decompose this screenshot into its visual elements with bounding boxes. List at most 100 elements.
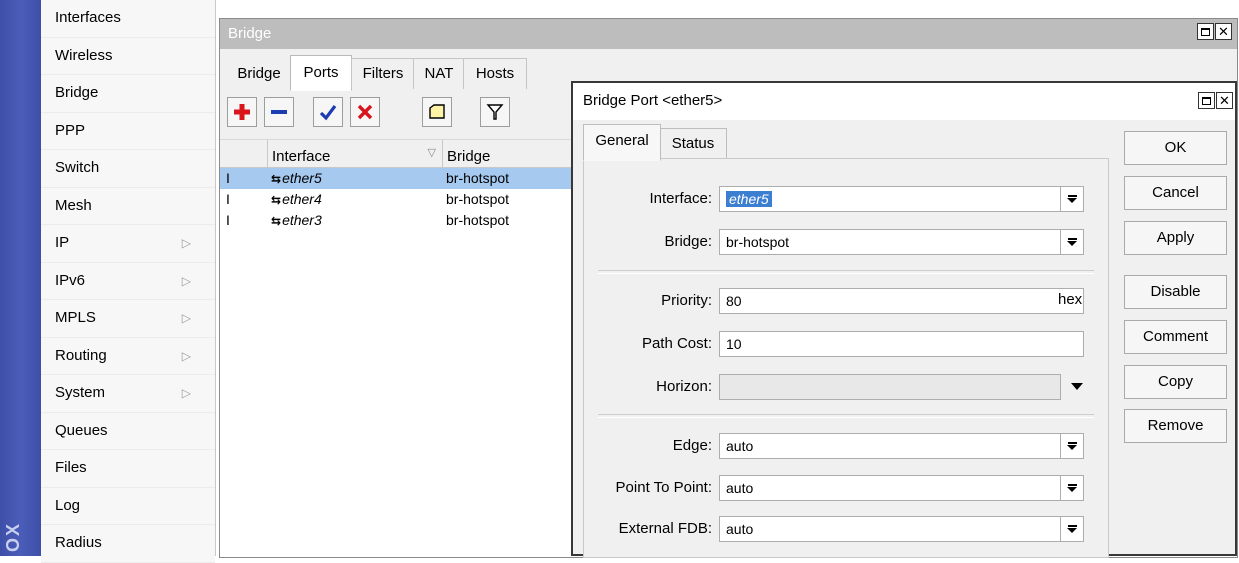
maximize-icon[interactable]: [1198, 92, 1215, 109]
menu-item-label: Bridge: [55, 84, 99, 101]
interface-name: ether4: [282, 191, 322, 207]
sort-icon: ▽: [427, 147, 436, 159]
row-flag: I: [226, 191, 230, 207]
priority-hex-suffix: hex: [1058, 291, 1083, 308]
chevron-down-icon: [1067, 484, 1077, 492]
comment-button[interactable]: [422, 97, 452, 127]
menu-item-label: IP: [55, 234, 70, 251]
winbox-strip-text: OX: [3, 521, 23, 552]
menu-item-switch[interactable]: Switch: [41, 150, 215, 188]
point-to-point-field[interactable]: auto: [719, 475, 1061, 501]
external-fdb-field[interactable]: auto: [719, 516, 1061, 542]
enable-button[interactable]: [313, 97, 343, 127]
submenu-arrow-icon: ▷: [181, 273, 191, 288]
bridge-port-title: Bridge Port <ether5>: [583, 92, 723, 109]
path-cost-field[interactable]: 10: [719, 331, 1084, 357]
add-button[interactable]: [227, 97, 257, 127]
menu-item-ppp[interactable]: PPP: [41, 112, 215, 150]
bridge-column-label: Bridge: [447, 148, 491, 165]
tab-filters[interactable]: Filters: [351, 58, 415, 89]
menu-item-queues[interactable]: Queues: [41, 412, 215, 450]
remove-icon: [271, 110, 287, 114]
main-menu: Interfaces Wireless Bridge PPP Switch Mesh IP ▷…: [41, 0, 216, 563]
interface-value: ether5: [726, 191, 772, 207]
close-icon[interactable]: ✕: [1216, 92, 1233, 109]
ports-table: Interface ▽ Bridge I ⇆ ether5 br-hotspot I ⇆ e…: [220, 139, 576, 557]
tab-hosts[interactable]: Hosts: [463, 58, 527, 89]
menu-item-ipv6[interactable]: IPv6 ▷: [41, 262, 215, 300]
interface-column-header[interactable]: Interface ▽: [268, 140, 443, 167]
row-interface-cell: ⇆ ether5: [268, 168, 322, 189]
bridge-field[interactable]: br-hotspot: [719, 229, 1061, 255]
row-interface-cell: ⇆ ether4: [268, 189, 322, 210]
menu-item-label: Log: [55, 496, 81, 514]
menu-item-label: Wireless: [55, 46, 113, 64]
menu-item-mesh[interactable]: Mesh: [41, 187, 215, 225]
form-divider: [598, 270, 1094, 274]
comment-button[interactable]: Comment: [1124, 320, 1227, 354]
menu-item-label: Switch: [55, 159, 100, 176]
bridge-window-title-bar[interactable]: Bridge ✕: [220, 19, 1237, 49]
tab-general[interactable]: General: [583, 124, 661, 161]
menu-item-interfaces[interactable]: Interfaces: [41, 0, 215, 38]
ok-button[interactable]: OK: [1124, 131, 1227, 165]
disable-button[interactable]: Disable: [1124, 275, 1227, 309]
chevron-down-icon: [1067, 195, 1077, 203]
menu-item-ip[interactable]: IP ▷: [41, 225, 215, 263]
priority-label: Priority:: [661, 292, 712, 309]
edge-dropdown[interactable]: [1060, 433, 1084, 459]
cancel-button[interactable]: Cancel: [1124, 176, 1227, 210]
interface-field[interactable]: ether5: [719, 186, 1061, 212]
priority-field[interactable]: 80: [719, 288, 1084, 314]
menu-item-system[interactable]: System ▷: [41, 375, 215, 413]
table-row[interactable]: I ⇆ ether5 br-hotspot: [220, 168, 576, 189]
tab-nat[interactable]: NAT: [413, 58, 465, 89]
table-row[interactable]: I ⇆ ether4 br-hotspot: [220, 189, 576, 210]
point-to-point-dropdown[interactable]: [1060, 475, 1084, 501]
interface-column-label: Interface: [272, 148, 331, 165]
horizon-expand-icon[interactable]: [1071, 383, 1083, 390]
chevron-down-icon: [1067, 442, 1077, 450]
flag-column-header[interactable]: [220, 140, 268, 167]
remove-button[interactable]: Remove: [1124, 409, 1227, 443]
apply-button[interactable]: Apply: [1124, 221, 1227, 255]
menu-item-radius[interactable]: Radius: [41, 525, 215, 563]
submenu-arrow-icon: ▷: [181, 348, 191, 363]
disable-button[interactable]: [350, 97, 380, 127]
external-fdb-dropdown[interactable]: [1060, 516, 1084, 542]
menu-item-routing[interactable]: Routing ▷: [41, 337, 215, 375]
submenu-arrow-icon: ▷: [181, 236, 191, 250]
tab-ports[interactable]: Ports: [290, 55, 352, 91]
maximize-icon[interactable]: [1197, 23, 1214, 40]
interface-label: Interface:: [649, 190, 712, 207]
menu-item-label: Interfaces: [55, 9, 121, 26]
interface-icon: ⇆: [271, 214, 281, 228]
filter-button[interactable]: [480, 97, 510, 127]
close-icon[interactable]: ✕: [1215, 23, 1232, 40]
tab-bridge[interactable]: Bridge: [230, 59, 288, 89]
menu-item-label: PPP: [55, 121, 86, 139]
menu-item-label: MPLS: [55, 309, 96, 326]
edge-field[interactable]: auto: [719, 433, 1061, 459]
disable-icon: [357, 104, 373, 120]
edge-label: Edge:: [672, 437, 712, 454]
menu-item-label: Radius: [55, 534, 102, 551]
menu-item-mpls[interactable]: MPLS ▷: [41, 300, 215, 338]
menu-item-log[interactable]: Log: [41, 487, 215, 525]
remove-button[interactable]: [264, 97, 294, 127]
menu-item-files[interactable]: Files: [41, 450, 215, 488]
menu-item-wireless[interactable]: Wireless: [41, 37, 215, 75]
bridge-dropdown[interactable]: [1060, 229, 1084, 255]
copy-button[interactable]: Copy: [1124, 365, 1227, 399]
menu-item-label: Mesh: [55, 196, 92, 214]
enable-icon: [319, 105, 337, 121]
menu-item-label: IPv6: [55, 271, 86, 289]
tab-status[interactable]: Status: [659, 128, 727, 159]
table-row[interactable]: I ⇆ ether3 br-hotspot: [220, 210, 576, 231]
bridge-port-title-bar[interactable]: Bridge Port <ether5> ✕: [573, 83, 1235, 120]
horizon-field[interactable]: [719, 374, 1061, 400]
ports-table-header: Interface ▽ Bridge: [220, 140, 576, 168]
interface-dropdown[interactable]: [1060, 186, 1084, 212]
menu-item-bridge[interactable]: Bridge: [41, 75, 215, 113]
bridge-column-header[interactable]: Bridge: [443, 140, 576, 167]
